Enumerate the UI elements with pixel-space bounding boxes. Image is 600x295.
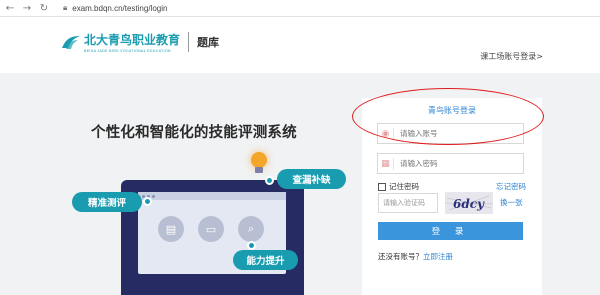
password-input[interactable]	[394, 159, 514, 168]
remember-checkbox[interactable]	[378, 182, 386, 191]
inspect-icon: ⌕	[238, 216, 264, 242]
no-account-text: 还没有账号？	[378, 252, 423, 261]
lock-icon: ▦	[378, 157, 394, 170]
kgc-account-login-link[interactable]: 课工场账号登录>	[480, 51, 543, 62]
pill-find-gaps: 查漏补缺	[265, 169, 346, 189]
forgot-password-link[interactable]: 忘记密码	[496, 181, 526, 192]
document-icon: ▤	[158, 216, 184, 242]
reload-icon[interactable]: ↻	[37, 1, 51, 15]
pill-ability-improve: 能力提升	[233, 241, 298, 270]
remember-password[interactable]: 记住密码	[378, 181, 419, 192]
captcha-text: 6dcy	[453, 197, 485, 211]
bird-logo-icon	[62, 36, 80, 49]
lightbulb-base	[255, 167, 263, 173]
captcha-image[interactable]: 6dcy	[445, 192, 493, 214]
remember-label: 记住密码	[389, 182, 419, 191]
register-link[interactable]: 立即注册	[423, 252, 453, 261]
logo-name-en: BEIDA JADE BIRD VOCATIONAL EDUCATION	[84, 49, 171, 53]
hero-slogan: 个性化和智能化的技能评测系统	[91, 125, 297, 141]
section-title: 题库	[197, 36, 220, 49]
register-prompt: 还没有账号？立即注册	[378, 251, 453, 262]
forward-icon[interactable]: →	[20, 1, 34, 15]
pill-precise-assessment: 精准测评	[72, 192, 152, 212]
browser-toolbar: ← → ↻ 🔒︎ exam.bdqn.cn/testing/login	[0, 0, 600, 17]
password-field[interactable]: ▦	[377, 153, 524, 174]
login-button[interactable]: 登 录	[378, 222, 523, 240]
card-icon: ▭	[198, 216, 224, 242]
logo-name-cn: 北大青鸟职业教育	[84, 33, 181, 47]
captcha-input[interactable]: 请输入验证码	[378, 193, 438, 213]
refresh-captcha-link[interactable]: 换一张	[500, 197, 523, 208]
site-header: 北大青鸟职业教育 BEIDA JADE BIRD VOCATIONAL EDUC…	[0, 17, 600, 73]
site-logo[interactable]: 北大青鸟职业教育 BEIDA JADE BIRD VOCATIONAL EDUC…	[60, 31, 219, 53]
back-icon[interactable]: ←	[3, 1, 17, 15]
logo-divider	[188, 32, 190, 52]
lock-icon[interactable]: 🔒︎	[63, 3, 67, 13]
lightbulb-icon	[251, 152, 267, 168]
annotation-circle	[352, 88, 544, 145]
address-bar[interactable]: exam.bdqn.cn/testing/login	[72, 4, 167, 13]
